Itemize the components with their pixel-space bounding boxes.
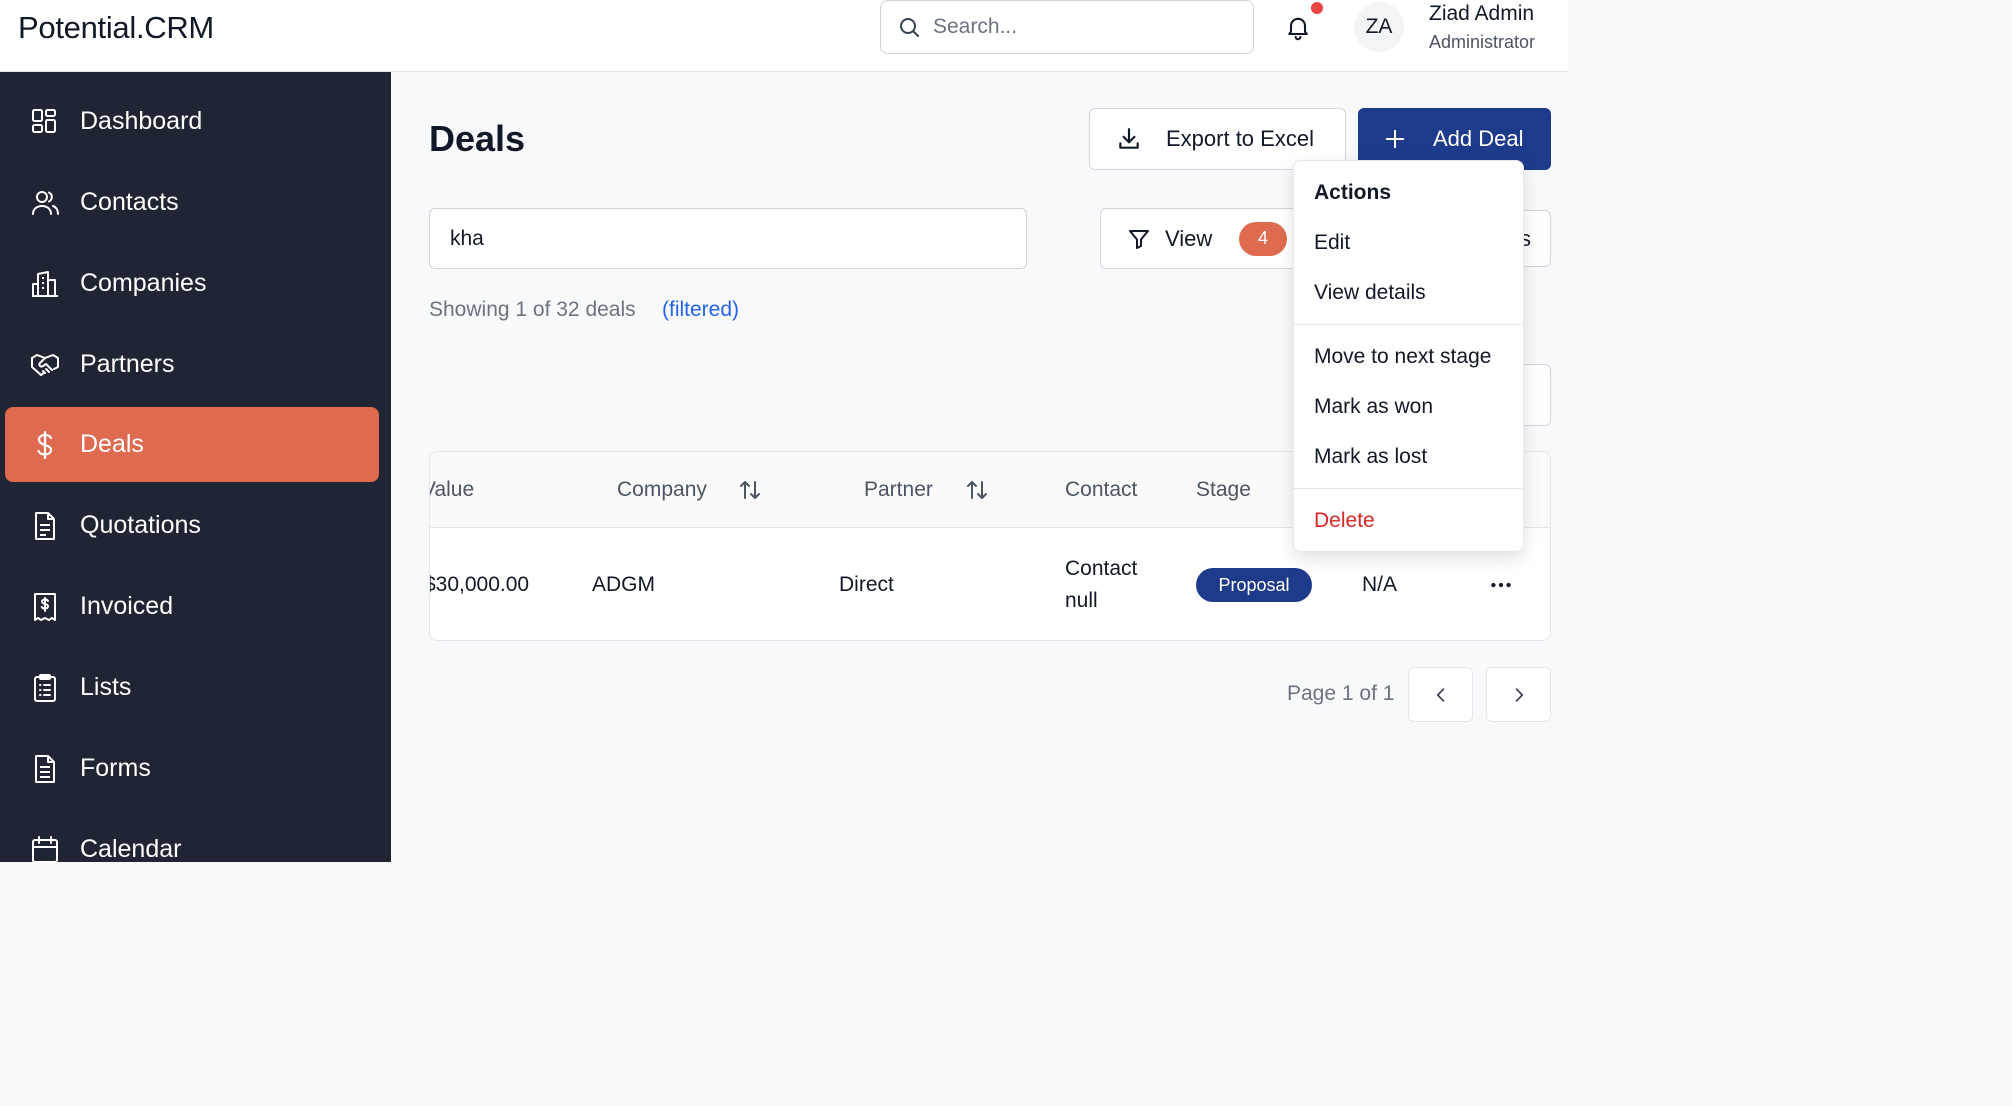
sort-icon[interactable] xyxy=(738,478,762,502)
column-header-value[interactable]: Value xyxy=(430,478,474,502)
document-icon xyxy=(29,510,61,542)
download-icon xyxy=(1119,128,1139,149)
column-header-stage[interactable]: Stage xyxy=(1196,478,1251,502)
users-icon xyxy=(29,187,61,219)
prev-page-button[interactable] xyxy=(1408,667,1473,722)
sidebar-item-calendar[interactable]: Calendar xyxy=(5,812,379,887)
view-label: View xyxy=(1165,225,1213,251)
results-count: Showing 1 of 32 deals xyxy=(429,298,636,321)
sidebar-item-label: Calendar xyxy=(80,835,182,863)
deal-contact-line2: null xyxy=(1065,589,1098,612)
actions-menu: Actions Edit View details Move to next s… xyxy=(1293,160,1524,552)
menu-item-mark-won[interactable]: Mark as won xyxy=(1314,395,1433,419)
sort-icon[interactable] xyxy=(965,478,989,502)
search-icon xyxy=(900,18,919,37)
filter-count-badge: 4 xyxy=(1239,221,1287,256)
calendar-icon xyxy=(29,834,61,866)
sidebar-item-deals[interactable]: Deals xyxy=(5,407,379,482)
page-title: Deals xyxy=(429,118,526,159)
sidebar-item-quotations[interactable]: Quotations xyxy=(5,488,379,563)
deal-contact-line1: Contact xyxy=(1065,557,1138,580)
sidebar: Dashboard Contacts Companies Partners De… xyxy=(0,72,391,863)
deal-extra: N/A xyxy=(1362,573,1398,596)
menu-divider xyxy=(1294,324,1523,325)
deal-company: ADGM xyxy=(592,573,655,596)
column-header-company[interactable]: Company xyxy=(617,478,707,502)
sidebar-item-companies[interactable]: Companies xyxy=(5,246,379,321)
sidebar-item-contacts[interactable]: Contacts xyxy=(5,165,379,240)
status-badge: Proposal xyxy=(1196,568,1312,602)
sidebar-item-label: Quotations xyxy=(80,511,201,539)
next-page-button[interactable] xyxy=(1486,667,1551,722)
plus-icon xyxy=(1385,129,1405,149)
search-input[interactable] xyxy=(933,15,1233,39)
chevron-right-icon xyxy=(1515,687,1523,702)
dollar-icon xyxy=(29,429,61,461)
export-excel-label: Export to Excel xyxy=(1166,126,1314,151)
view-filter-button[interactable]: View 4 xyxy=(1100,208,1300,269)
menu-item-delete[interactable]: Delete xyxy=(1314,509,1375,533)
sidebar-item-invoiced[interactable]: Invoiced xyxy=(5,569,379,644)
sidebar-item-forms[interactable]: Forms xyxy=(5,731,379,806)
column-header-contact[interactable]: Contact xyxy=(1065,478,1137,502)
deal-value: $30,000.00 xyxy=(429,573,530,596)
more-horizontal-icon[interactable] xyxy=(1488,572,1514,598)
menu-item-view-details[interactable]: View details xyxy=(1314,281,1426,305)
receipt-icon xyxy=(29,591,61,623)
add-deal-label: Add Deal xyxy=(1433,126,1524,151)
app-brand[interactable]: Potential.CRM xyxy=(18,10,214,46)
sidebar-item-label: Companies xyxy=(80,269,207,297)
bell-icon[interactable] xyxy=(1284,13,1312,41)
clipboard-list-icon xyxy=(29,672,61,704)
chevron-left-icon xyxy=(1436,687,1444,702)
filtered-link[interactable]: (filtered) xyxy=(662,298,739,322)
menu-item-mark-lost[interactable]: Mark as lost xyxy=(1314,445,1427,469)
sidebar-item-label: Invoiced xyxy=(80,592,174,620)
dashboard-icon xyxy=(29,106,61,138)
sidebar-item-label: Deals xyxy=(80,430,144,458)
menu-divider xyxy=(1294,488,1523,489)
global-search[interactable] xyxy=(880,0,1254,54)
menu-item-next-stage[interactable]: Move to next stage xyxy=(1314,345,1491,369)
sidebar-item-label: Partners xyxy=(80,350,175,378)
top-header: Potential.CRM ZA Ziad Admin Administrato… xyxy=(0,0,1568,72)
deal-partner: Direct xyxy=(839,573,894,596)
sidebar-item-label: Lists xyxy=(80,673,132,701)
pagination-text: Page 1 of 1 xyxy=(1287,682,1395,705)
sidebar-item-label: Contacts xyxy=(80,188,179,216)
column-header-partner[interactable]: Partner xyxy=(864,478,933,502)
filter-icon xyxy=(1129,229,1149,249)
user-role: Administrator xyxy=(1429,32,1536,52)
sidebar-item-partners[interactable]: Partners xyxy=(5,327,379,402)
avatar[interactable]: ZA xyxy=(1354,2,1404,52)
actions-menu-header: Actions xyxy=(1314,181,1392,204)
sidebar-item-label: Dashboard xyxy=(80,107,203,135)
form-icon xyxy=(29,753,61,785)
handshake-icon xyxy=(29,349,61,381)
sidebar-item-dashboard[interactable]: Dashboard xyxy=(5,84,379,159)
deals-filter-input[interactable] xyxy=(429,208,1027,269)
notification-dot xyxy=(1311,2,1323,14)
menu-item-edit[interactable]: Edit xyxy=(1314,231,1350,255)
user-name: Ziad Admin xyxy=(1429,2,1535,25)
building-icon xyxy=(29,268,61,300)
sidebar-item-lists[interactable]: Lists xyxy=(5,650,379,725)
sidebar-item-label: Forms xyxy=(80,754,151,782)
